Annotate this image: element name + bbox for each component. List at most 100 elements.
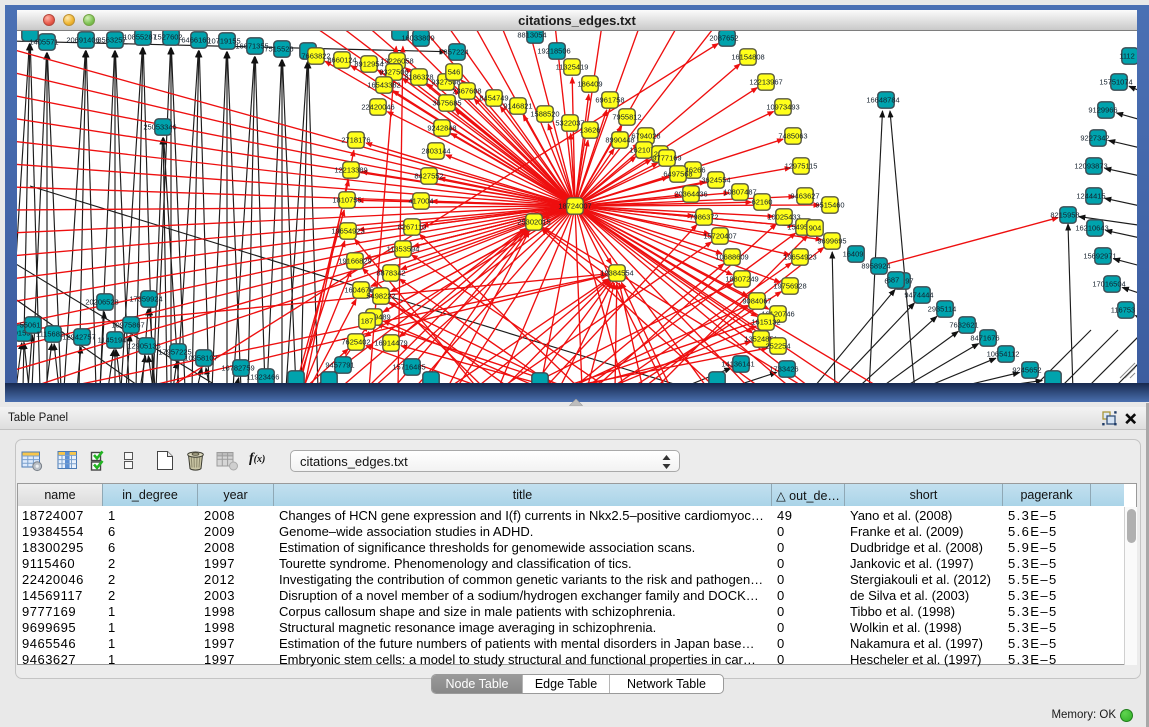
svg-text:8958924: 8958924 — [861, 262, 890, 271]
svg-text:17016504: 17016504 — [1092, 280, 1125, 289]
svg-text:9463627: 9463627 — [790, 192, 819, 201]
svg-text:9242848: 9242848 — [427, 124, 456, 133]
svg-text:6794028: 6794028 — [631, 132, 660, 141]
svg-text:62160: 62160 — [752, 198, 773, 207]
svg-text:10654112: 10654112 — [987, 350, 1020, 359]
svg-text:15716485: 15716485 — [392, 363, 425, 372]
svg-text:20364436: 20364436 — [674, 190, 707, 199]
svg-text:904: 904 — [809, 224, 822, 233]
svg-text:8563257: 8563257 — [97, 36, 126, 45]
svg-text:8813054: 8813054 — [517, 31, 546, 40]
svg-text:9245652: 9245652 — [1012, 366, 1041, 375]
svg-text:7625402: 7625402 — [341, 338, 370, 347]
svg-text:1112: 1112 — [1119, 52, 1135, 61]
svg-text:7357224: 7357224 — [439, 48, 468, 57]
svg-text:9777169: 9777169 — [652, 154, 681, 163]
svg-text:9699695: 9699695 — [817, 237, 846, 246]
svg-text:1527602: 1527602 — [153, 33, 182, 42]
svg-text:11353594: 11353594 — [387, 245, 420, 254]
svg-text:6497568: 6497568 — [663, 170, 692, 179]
svg-text:7485063: 7485063 — [778, 132, 807, 141]
svg-text:19218506: 19218506 — [537, 47, 570, 56]
svg-text:1733426: 1733426 — [769, 365, 798, 374]
svg-text:9474444: 9474444 — [904, 291, 933, 300]
svg-text:2367608: 2367608 — [452, 87, 481, 96]
svg-text:55061: 55061 — [20, 321, 41, 330]
svg-text:9227342: 9227342 — [1080, 134, 1109, 143]
svg-text:10688609: 10688609 — [715, 253, 748, 262]
svg-text:6466160: 6466160 — [181, 36, 210, 45]
svg-text:2803144: 2803144 — [421, 147, 450, 156]
svg-text:12942757: 12942757 — [62, 333, 95, 342]
svg-text:3624554: 3624554 — [701, 176, 730, 185]
svg-text:5498222: 5498222 — [366, 292, 395, 301]
svg-text:7515526: 7515526 — [264, 45, 293, 54]
svg-text:12093873: 12093873 — [1074, 162, 1107, 171]
svg-text:20691406: 20691406 — [66, 36, 99, 45]
svg-text:187: 187 — [361, 317, 374, 326]
svg-text:25053346: 25053346 — [143, 123, 176, 132]
svg-text:12213389: 12213389 — [334, 166, 367, 175]
svg-text:10807487: 10807487 — [723, 188, 756, 197]
svg-text:16033809: 16033809 — [401, 34, 434, 43]
svg-text:6961758: 6961758 — [595, 96, 624, 105]
svg-text:417004: 417004 — [408, 197, 433, 206]
svg-text:7986372: 7986372 — [689, 213, 718, 222]
svg-text:1405571: 1405571 — [29, 38, 58, 47]
svg-text:1810755: 1810755 — [332, 196, 361, 205]
svg-text:12905135: 12905135 — [127, 342, 160, 351]
svg-text:2935114: 2935114 — [928, 305, 957, 314]
svg-text:8186328: 8186328 — [404, 73, 433, 82]
svg-text:15692971: 15692971 — [1083, 252, 1116, 261]
svg-text:2718176: 2718176 — [341, 136, 370, 145]
svg-text:19654923: 19654923 — [331, 227, 364, 236]
svg-text:19166829: 19166829 — [338, 257, 371, 266]
svg-text:8454749: 8454749 — [479, 94, 508, 103]
svg-text:8990448: 8990448 — [605, 136, 634, 145]
svg-text:10958107: 10958107 — [184, 354, 217, 363]
svg-text:2087652: 2087652 — [709, 34, 738, 43]
svg-text:9146821: 9146821 — [503, 102, 532, 111]
svg-text:12213967: 12213967 — [749, 78, 782, 87]
svg-text:22420046: 22420046 — [361, 103, 394, 112]
svg-text:7663822: 7663822 — [301, 52, 330, 61]
svg-text:1244415: 1244415 — [1076, 192, 1105, 201]
svg-text:17359924: 17359924 — [129, 295, 162, 304]
svg-text:16914479: 16914479 — [374, 339, 407, 348]
svg-text:18724007: 18724007 — [558, 202, 591, 211]
svg-text:12975115: 12975115 — [785, 162, 818, 171]
svg-text:1615132: 1615132 — [751, 318, 780, 327]
svg-text:25302015: 25302015 — [517, 218, 550, 227]
svg-text:3675685: 3675685 — [432, 99, 461, 108]
svg-text:16154808: 16154808 — [731, 53, 764, 62]
svg-text:9084067: 9084067 — [742, 297, 771, 306]
svg-text:1588520: 1588520 — [530, 110, 559, 119]
svg-text:1115682: 1115682 — [36, 330, 64, 339]
svg-text:546: 546 — [448, 68, 461, 77]
svg-text:18807249: 18807249 — [725, 275, 758, 284]
svg-text:11325419: 11325419 — [556, 63, 589, 72]
svg-text:252254: 252254 — [765, 342, 790, 351]
svg-text:16543382: 16543382 — [367, 81, 400, 90]
svg-text:20206528: 20206528 — [85, 298, 118, 307]
svg-text:9129966: 9129966 — [1088, 106, 1117, 115]
svg-text:8215958: 8215958 — [1050, 211, 1079, 220]
svg-text:19756928: 19756928 — [773, 282, 806, 291]
svg-text:16409: 16409 — [843, 250, 864, 259]
svg-text:10855287: 10855287 — [123, 33, 156, 42]
svg-text:14136141: 14136141 — [721, 360, 754, 369]
svg-text:8427552: 8427552 — [414, 172, 443, 181]
svg-text:8267110: 8267110 — [398, 223, 427, 232]
svg-text:687: 687 — [887, 276, 900, 285]
svg-text:116753: 116753 — [1111, 306, 1135, 315]
svg-text:8471676: 8471676 — [970, 334, 999, 343]
svg-text:11923466: 11923466 — [247, 373, 280, 382]
svg-text:9515460: 9515460 — [815, 201, 844, 210]
svg-text:1145194: 1145194 — [98, 336, 127, 345]
svg-text:8878342: 8878342 — [376, 269, 405, 278]
svg-text:15751074: 15751074 — [1099, 78, 1132, 87]
svg-text:19654923: 19654923 — [783, 253, 816, 262]
svg-text:16648784: 16648784 — [866, 96, 899, 105]
svg-text:186409: 186409 — [577, 80, 602, 89]
svg-text:7632621: 7632621 — [949, 321, 978, 330]
